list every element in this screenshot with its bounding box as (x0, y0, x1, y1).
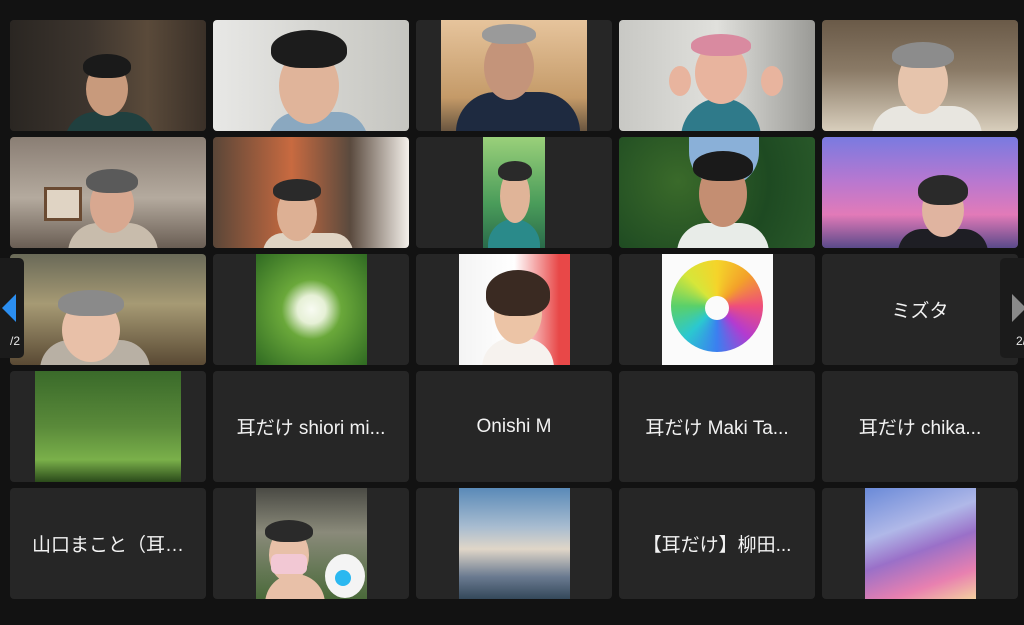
video-tile[interactable] (213, 137, 409, 248)
video-tile[interactable] (416, 137, 612, 248)
gallery-grid: ミズタ 耳だけ shiori mi... Onishi M 耳だけ Maki T… (10, 20, 1018, 600)
participant-tile-name-only[interactable]: 【耳だけ】柳田... (619, 488, 815, 599)
participant-tile-name-only[interactable]: 耳だけ shiori mi... (213, 371, 409, 482)
participant-tile-name-only[interactable]: 耳だけ chika... (822, 371, 1018, 482)
video-tile[interactable] (416, 488, 612, 599)
video-tile[interactable] (416, 20, 612, 131)
page-indicator: 2/ (1016, 334, 1024, 348)
video-tile[interactable] (213, 488, 409, 599)
video-tile[interactable] (10, 20, 206, 131)
previous-page-button[interactable]: /2 (0, 258, 24, 358)
participant-name: 耳だけ chika... (858, 418, 982, 439)
video-tile[interactable] (10, 254, 206, 365)
video-tile[interactable] (10, 137, 206, 248)
video-tile[interactable] (619, 137, 815, 248)
video-tile[interactable] (822, 488, 1018, 599)
participant-tile-name-only[interactable]: 耳だけ Maki Ta... (619, 371, 815, 482)
video-tile[interactable] (619, 254, 815, 365)
video-tile[interactable] (619, 20, 815, 131)
triangle-right-icon (1012, 294, 1024, 322)
participant-tile-name-only[interactable]: ミズタ (822, 254, 1018, 365)
video-tile[interactable] (10, 371, 206, 482)
participant-name: 【耳だけ】柳田... (642, 535, 792, 556)
participant-name: 耳だけ shiori mi... (236, 418, 386, 439)
participant-name: 山口まこと（耳… (31, 535, 184, 556)
video-tile[interactable] (213, 20, 409, 131)
participant-name: Onishi M (476, 415, 552, 437)
triangle-left-icon (2, 294, 16, 322)
participant-name: 耳だけ Maki Ta... (645, 418, 789, 439)
video-tile[interactable] (822, 137, 1018, 248)
page-indicator: /2 (9, 334, 20, 348)
participant-tile-name-only[interactable]: Onishi M (416, 371, 612, 482)
participant-name: ミズタ (891, 301, 949, 322)
next-page-button[interactable]: 2/ (1000, 258, 1024, 358)
video-tile[interactable] (416, 254, 612, 365)
participant-tile-name-only[interactable]: 山口まこと（耳… (10, 488, 206, 599)
video-tile[interactable] (822, 20, 1018, 131)
video-tile[interactable] (213, 254, 409, 365)
